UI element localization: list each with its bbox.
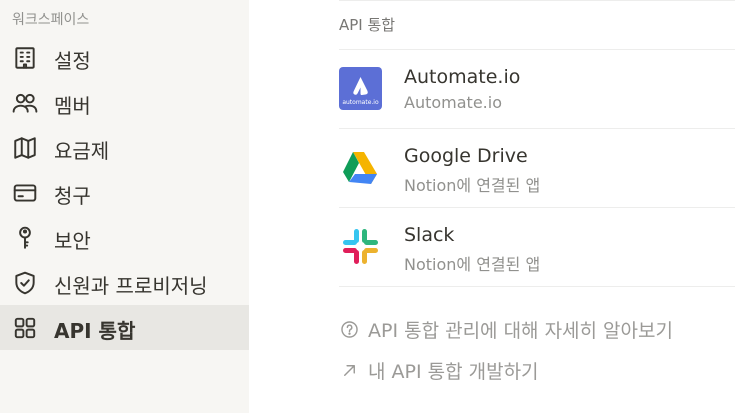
sidebar-item-label: API 통합: [54, 319, 136, 343]
integration-name: Automate.io: [404, 66, 521, 88]
integration-name: Slack: [404, 224, 455, 246]
sidebar-item-label: 청구: [54, 184, 91, 208]
sidebar-item-api-integrations[interactable]: API 통합: [0, 305, 249, 350]
integration-row-slack[interactable]: Slack Notion에 연결된 앱: [339, 208, 735, 286]
automate-io-logo-text: automate.io: [342, 99, 379, 106]
sidebar-item-plans[interactable]: 요금제: [0, 125, 249, 170]
integration-row-automate-io[interactable]: automate.io Automate.io Automate.io: [339, 50, 735, 128]
credit-card-icon: [11, 179, 39, 207]
arrow-up-right-icon: [339, 360, 359, 380]
workspace-section-label: 워크스페이스: [12, 12, 90, 28]
slack-logo-icon: [339, 225, 382, 268]
sidebar-item-label: 멤버: [54, 94, 91, 118]
integration-row-google-drive[interactable]: Google Drive Notion에 연결된 앱: [339, 129, 735, 207]
sidebar-item-label: 보안: [54, 229, 91, 253]
sidebar-item-security[interactable]: 보안: [0, 215, 249, 260]
sidebar-item-members[interactable]: 멤버: [0, 80, 249, 125]
divider: [339, 286, 735, 287]
sidebar-item-billing[interactable]: 청구: [0, 170, 249, 215]
sidebar: 워크스페이스 설정 멤버 요금제 청구 보안 신원과 프로비저닝 API 통합: [0, 0, 249, 413]
divider: [339, 0, 735, 1]
sidebar-item-settings[interactable]: 설정: [0, 35, 249, 80]
integration-subtitle: Notion에 연결된 앱: [404, 176, 541, 195]
question-circle-icon: [339, 319, 359, 339]
sidebar-item-label: 신원과 프로비저닝: [54, 274, 208, 298]
integration-name: Google Drive: [404, 145, 528, 167]
map-icon: [11, 134, 39, 162]
link-label: 내 API 통합 개발하기: [368, 360, 539, 383]
grid-icon: [11, 314, 39, 342]
integration-subtitle: Automate.io: [404, 93, 502, 112]
section-title: API 통합: [339, 16, 396, 34]
automate-io-logo-icon: automate.io: [339, 67, 382, 110]
google-drive-logo-icon: [339, 146, 382, 189]
learn-more-link[interactable]: API 통합 관리에 대해 자세히 알아보기: [339, 316, 673, 342]
sidebar-item-identity-provisioning[interactable]: 신원과 프로비저닝: [0, 260, 249, 305]
integration-subtitle: Notion에 연결된 앱: [404, 255, 541, 274]
shield-check-icon: [11, 269, 39, 297]
link-label: API 통합 관리에 대해 자세히 알아보기: [368, 319, 673, 342]
key-icon: [11, 224, 39, 252]
sidebar-item-label: 요금제: [54, 139, 110, 163]
main-panel: API 통합 automate.io Automate.io Automate.…: [249, 0, 735, 413]
building-icon: [11, 44, 39, 72]
people-icon: [11, 89, 39, 117]
sidebar-item-label: 설정: [54, 49, 91, 73]
develop-integration-link[interactable]: 내 API 통합 개발하기: [339, 357, 539, 383]
